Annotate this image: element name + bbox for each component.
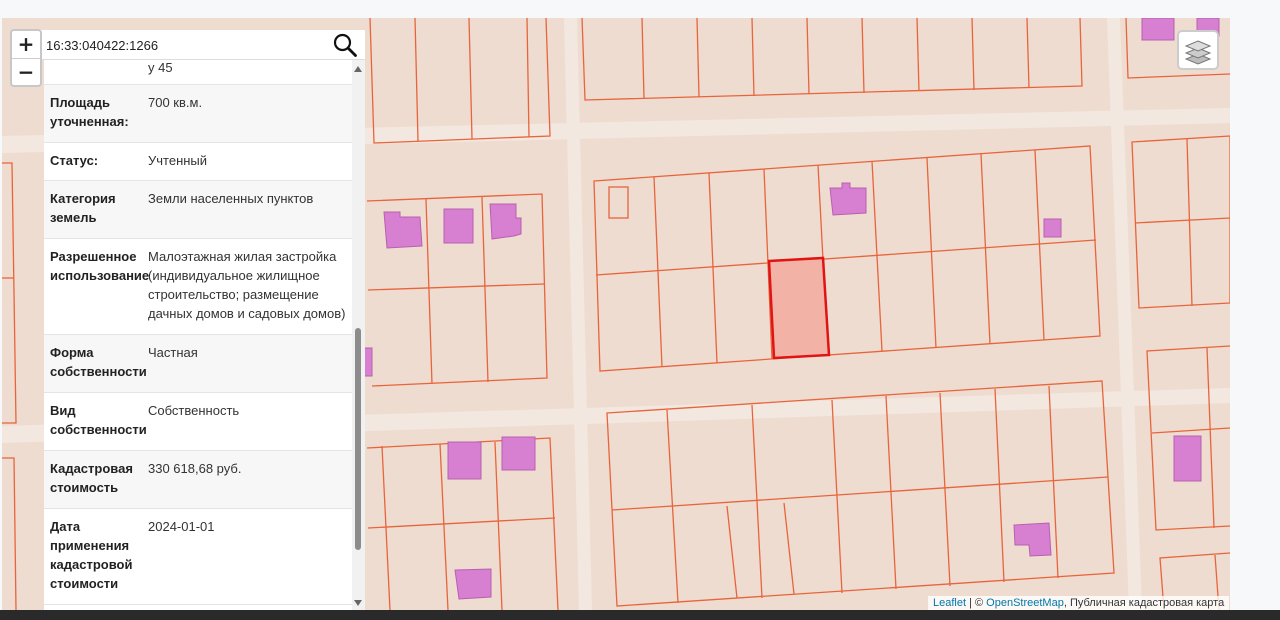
info-key: Дата применения кадастровой стоимости — [50, 519, 133, 591]
info-key: Площадь уточненная: — [50, 95, 129, 129]
osm-link[interactable]: OpenStreetMap — [986, 597, 1064, 609]
zoom-in-button[interactable]: + — [12, 31, 40, 58]
scrollbar-thumb[interactable] — [355, 328, 361, 550]
attribution-rest: , Публичная кадастровая карта — [1063, 597, 1225, 609]
info-key: Форма собственности — [50, 345, 147, 379]
info-panel[interactable]: у 45 Площадь уточненная: 700 кв.м. Статус:… — [44, 60, 365, 610]
zoom-out-button[interactable]: − — [12, 58, 40, 85]
info-key: Статус: — [50, 153, 99, 168]
zoom-control: + − — [10, 29, 42, 87]
leaflet-link[interactable]: Leaflet — [933, 597, 966, 609]
info-value: 2024-01-01 — [148, 519, 215, 534]
bottom-bar — [0, 610, 1280, 620]
attribution-separator: | © — [966, 597, 987, 609]
info-row: Вид собственности Собственность — [44, 393, 352, 451]
panel-scrollbar[interactable] — [352, 60, 365, 610]
info-row: Кадастровая стоимость 330 618,68 руб. — [44, 451, 352, 509]
info-row: Площадь уточненная: 700 кв.м. — [44, 85, 352, 143]
info-row: Разрешенное использование Малоэтажная жил… — [44, 239, 352, 335]
info-row-partial: у 45 — [44, 60, 352, 85]
info-key: Кадастровая стоимость — [50, 461, 133, 495]
info-key: Категория земель — [50, 191, 116, 225]
info-row: Категория земель Земли населенных пунктов — [44, 181, 352, 239]
info-value: 330 618,68 руб. — [148, 461, 242, 476]
search-icon[interactable] — [332, 32, 358, 58]
scroll-up-arrow-icon[interactable] — [354, 66, 362, 72]
search-input[interactable] — [46, 34, 326, 56]
info-rows: у 45 Площадь уточненная: 700 кв.м. Статус:… — [44, 60, 352, 605]
info-row: Дата применения кадастровой стоимости 202… — [44, 509, 352, 605]
info-row: Статус: Учтенный — [44, 143, 352, 181]
layers-button[interactable] — [1177, 30, 1219, 70]
info-row: Форма собственности Частная — [44, 335, 352, 393]
info-value: Учтенный — [148, 153, 208, 168]
layers-icon — [1184, 40, 1212, 65]
info-value: Малоэтажная жилая застройка (индивидуаль… — [148, 249, 346, 321]
info-key: Разрешенное использование — [50, 249, 150, 283]
info-value: Частная — [148, 345, 198, 360]
search-bar — [40, 30, 365, 60]
info-value: Собственность — [148, 403, 240, 418]
info-value: 700 кв.м. — [148, 95, 203, 110]
info-key: Вид собственности — [50, 403, 147, 437]
scroll-down-arrow-icon[interactable] — [354, 600, 362, 606]
info-value-partial: у 45 — [148, 60, 173, 75]
info-value: Земли населенных пунктов — [148, 191, 314, 206]
map-attribution: Leaflet | © OpenStreetMap, Публичная кад… — [928, 596, 1230, 610]
selected-parcel — [767, 256, 831, 360]
